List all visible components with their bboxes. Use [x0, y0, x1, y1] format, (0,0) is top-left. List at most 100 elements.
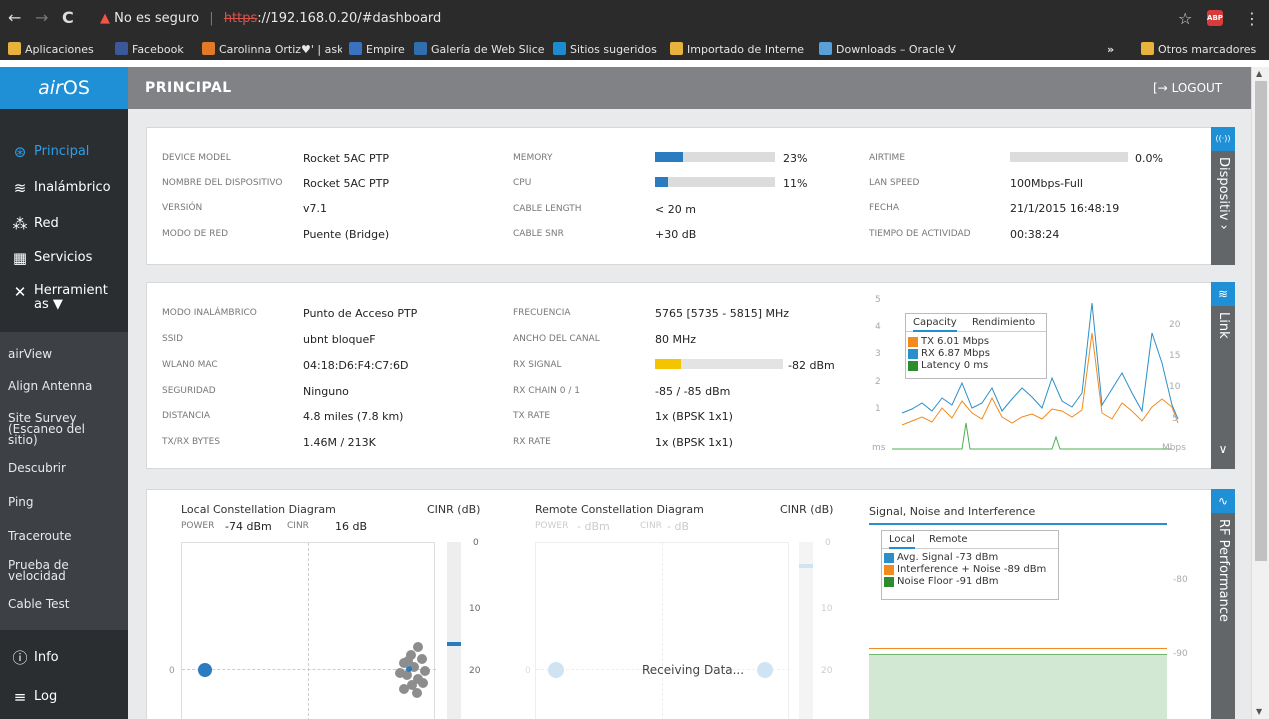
bookmark-web-slice[interactable]: Galería de Web Slice	[414, 42, 545, 58]
sidebar-item-servicios[interactable]: ▦ Servicios	[0, 241, 128, 265]
logout-button[interactable]: [→ LOGOUT	[1153, 81, 1222, 95]
empire-icon	[349, 42, 362, 55]
tool-prueba-velocidad[interactable]: Prueba de velocidad	[8, 559, 69, 582]
scroll-up-icon[interactable]: ▲	[1256, 69, 1262, 78]
page-scrollbar[interactable]: ▲ ▼	[1251, 67, 1269, 719]
tab-rendimiento[interactable]: Rendimiento	[972, 317, 1035, 328]
chevron-down-icon[interactable]: ∨	[1211, 442, 1235, 456]
adblock-icon[interactable]: ABP	[1207, 10, 1223, 26]
channel-width-label: ANCHO DEL CANAL	[513, 334, 600, 344]
remote-cinr-tick: 0	[825, 538, 831, 548]
sidebar-item-inalambrico[interactable]: ≋ Inalámbrico	[0, 171, 128, 207]
rx-chain-label: RX CHAIN 0 / 1	[513, 386, 580, 396]
local-cinr-label: CINR	[287, 521, 309, 531]
sni-noise-floor-area	[869, 654, 1167, 719]
reload-icon[interactable]: C	[62, 10, 74, 26]
tab-local[interactable]: Local	[889, 534, 915, 549]
back-icon[interactable]: ←	[8, 10, 21, 26]
remote-constellation-title: Remote Constellation Diagram	[535, 503, 704, 516]
device-name-label: NOMBRE DEL DISPOSITIVO	[162, 178, 283, 188]
wifi-icon: ≋	[13, 179, 27, 197]
tool-descubrir[interactable]: Descubrir	[8, 462, 66, 474]
link-card: MODO INALÁMBRICO Punto de Acceso PTP SSI…	[146, 282, 1235, 469]
bookmark-oracle-downloads[interactable]: Downloads – Oracle V	[819, 42, 961, 58]
sidebar-item-principal[interactable]: ⊛ Principal	[0, 135, 128, 171]
sni-tabs: Local Remote	[882, 531, 1058, 549]
tab-dispositivo[interactable]: ((·)) Dispositiv ›	[1211, 127, 1235, 265]
airos-logo[interactable]: airOS	[0, 67, 128, 109]
sidebar-item-red[interactable]: ⁂ Red	[0, 207, 128, 243]
scroll-down-icon[interactable]: ▼	[1256, 707, 1262, 716]
rf-card: Local Constellation Diagram CINR (dB) PO…	[146, 489, 1235, 719]
bookmark-suggested-sites[interactable]: Sitios sugeridos	[553, 42, 657, 58]
device-model-label: DEVICE MODEL	[162, 153, 231, 163]
logout-icon: [→	[1153, 81, 1168, 95]
tool-ping[interactable]: Ping	[8, 496, 34, 508]
device-card: DEVICE MODEL Rocket 5AC PTP NOMBRE DEL D…	[146, 127, 1235, 265]
tool-traceroute[interactable]: Traceroute	[8, 530, 72, 542]
bookmark-apps[interactable]: Aplicaciones	[8, 42, 94, 58]
cpu-bar	[655, 177, 775, 187]
forward-icon[interactable]: →	[35, 10, 48, 26]
bookmark-folder-imported[interactable]: Importado de Interne	[670, 42, 810, 58]
apps-grid-icon	[8, 42, 21, 55]
page-header: PRINCIPAL [→ LOGOUT	[128, 67, 1269, 109]
wireless-mode-value: Punto de Acceso PTP	[303, 307, 418, 320]
rx-signal-value: -82 dBm	[788, 359, 835, 372]
network-mode-value: Puente (Bridge)	[303, 228, 390, 241]
cpu-bar-fill	[655, 177, 669, 187]
txrx-bytes-label: TX/RX BYTES	[162, 437, 221, 447]
bookmarks-overflow-chevron[interactable]: »	[1107, 42, 1114, 58]
txrx-bytes-value: 1.46M / 213K	[303, 436, 376, 449]
channel-width-value: 80 MHz	[655, 333, 697, 346]
lan-speed-value: 100Mbps-Full	[1010, 177, 1083, 190]
remote-cinr-scale	[799, 542, 813, 719]
address-bar[interactable]: ▲ No es seguro | https://192.168.0.20/#d…	[100, 10, 441, 28]
security-status[interactable]: No es seguro	[114, 11, 199, 26]
bookmark-carolinna[interactable]: Carolinna Ortiz♥' | ask	[202, 42, 342, 58]
local-power-value: -74 dBm	[225, 520, 272, 533]
sidebar-item-herramientas[interactable]: ✕ Herramient as ▼	[0, 275, 128, 317]
sidebar-item-info[interactable]: ⓘ Info	[0, 641, 128, 677]
cable-snr-label: CABLE SNR	[513, 229, 564, 239]
constellation-point	[420, 666, 430, 676]
info-icon: ⓘ	[12, 649, 28, 667]
chart-left-tick: 1	[875, 404, 881, 414]
bookmark-empire[interactable]: Empire	[349, 42, 405, 58]
scrollbar-thumb[interactable]	[1255, 81, 1267, 561]
tool-align-antenna[interactable]: Align Antenna	[8, 380, 92, 392]
chevron-right-icon: ›	[1216, 224, 1231, 230]
capacity-tabs: Capacity Rendimiento	[906, 314, 1046, 332]
tab-remote[interactable]: Remote	[929, 534, 968, 545]
tab-rf-performance[interactable]: ∿ RF Performance	[1211, 489, 1235, 719]
uptime-value: 00:38:24	[1010, 228, 1060, 241]
chart-right-tick: 5	[1172, 414, 1178, 424]
sni-interference-line	[869, 648, 1167, 649]
log-icon: ≡	[13, 688, 27, 706]
tool-airview[interactable]: airView	[8, 348, 52, 360]
ssid-value: ubnt bloqueF	[303, 333, 376, 346]
tab-capacity[interactable]: Capacity	[913, 317, 957, 332]
security-label: SEGURIDAD	[162, 386, 216, 396]
local-constellation-plot	[181, 542, 436, 719]
airtime-value: 0.0%	[1135, 152, 1163, 165]
bookmark-facebook[interactable]: Facebook	[115, 42, 184, 58]
tool-cable-test[interactable]: Cable Test	[8, 598, 70, 610]
rx-signal-bar	[655, 359, 783, 369]
browser-menu-icon[interactable]: ⋮	[1244, 9, 1260, 28]
ssid-label: SSID	[162, 334, 184, 344]
bookmark-star-icon[interactable]: ☆	[1178, 9, 1192, 28]
tab-link[interactable]: ≋ Link ∨	[1211, 282, 1235, 469]
tools-menu: airView Align Antenna Site Survey (Escane…	[0, 332, 128, 630]
capacity-chart: 5 4 3 2 1 ms 20 15 10 5 Mbps Capacity Re…	[872, 293, 1192, 461]
cable-length-label: CABLE LENGTH	[513, 204, 582, 214]
date-label: FECHA	[869, 203, 900, 213]
remote-cinr-value: - dB	[667, 520, 689, 533]
sidebar-item-log[interactable]: ≡ Log	[0, 680, 128, 716]
dashboard-gauge-icon: ⊛	[13, 143, 27, 161]
constellation-point	[198, 663, 212, 677]
constellation-point	[412, 688, 422, 698]
tx-rate-value: 1x (BPSK 1x1)	[655, 410, 733, 423]
bookmark-other[interactable]: Otros marcadores	[1141, 42, 1256, 58]
tool-site-survey[interactable]: Site Survey (Escaneo del sitio)	[8, 412, 85, 446]
